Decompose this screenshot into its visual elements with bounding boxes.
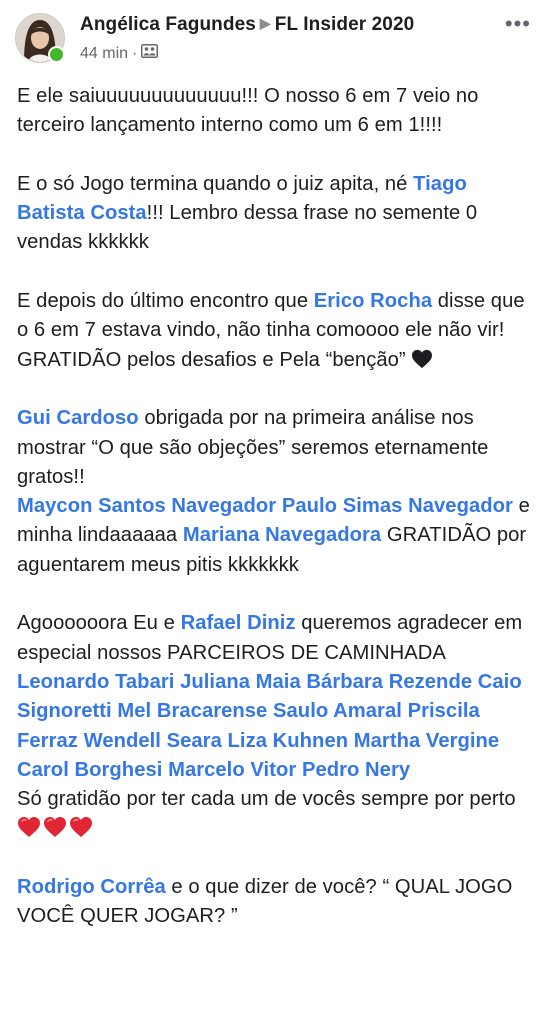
mention-link[interactable]: Paulo Simas Navegador [282, 495, 513, 517]
mention-link[interactable]: Martha Vergine [354, 730, 499, 752]
mention-link[interactable]: Wendell Seara [84, 730, 222, 752]
mention-link[interactable]: Liza Kuhnen [228, 730, 349, 752]
paragraph-3: E depois do último encontro que Erico Ro… [17, 287, 535, 375]
red-heart-icon [43, 816, 67, 838]
arrow-right-icon: ▶ [259, 15, 271, 31]
text: Só gratidão por ter cada um de vocês sem… [17, 788, 516, 811]
avatar[interactable] [15, 13, 65, 63]
mention-link[interactable]: Mariana Navegadora [183, 524, 381, 546]
text: E o só Jogo termina quando o juiz apita,… [17, 172, 414, 195]
post-header: Angélica Fagundes ▶ FL Insider 2020 44 min… [0, 0, 545, 64]
paragraph-4: Gui Cardoso obrigada por na primeira aná… [17, 404, 535, 580]
post-title: Angélica Fagundes ▶ FL Insider 2020 [80, 14, 414, 36]
mention-link[interactable]: Gui Cardoso [17, 407, 139, 429]
mention-link[interactable]: Rodrigo Corrêa [17, 876, 166, 898]
more-options-icon[interactable]: ••• [505, 13, 531, 35]
meta-separator: · [132, 44, 138, 62]
text: E ele saiuuuuuuuuuuuuu!!! O nosso 6 em 7… [17, 85, 479, 137]
paragraph-2: E o só Jogo termina quando o juiz apita,… [17, 170, 535, 258]
text: E depois do último encontro que [17, 290, 314, 313]
mention-link[interactable]: Carol Borghesi [17, 759, 162, 781]
mention-link[interactable]: Rafael Diniz [181, 612, 296, 634]
group-name[interactable]: FL Insider 2020 [275, 14, 415, 35]
mention-link[interactable]: Juliana Maia [180, 671, 301, 693]
mention-link[interactable]: Saulo Amaral [273, 700, 402, 722]
online-status-icon [48, 46, 65, 63]
mention-link[interactable]: Bárbara Rezende [306, 671, 472, 693]
red-heart-icon [69, 816, 93, 838]
mention-link[interactable]: Marcelo Vitor [168, 759, 296, 781]
author-name[interactable]: Angélica Fagundes [80, 14, 256, 35]
mention-link[interactable]: Mel Bracarense [117, 700, 267, 722]
post-meta: 44 min · [80, 44, 159, 63]
red-heart-icon [17, 816, 41, 838]
black-heart-icon [411, 349, 433, 369]
paragraph-6: Rodrigo Corrêa e o que dizer de você? “ … [17, 873, 535, 932]
mention-link[interactable]: Pedro Nery [302, 759, 410, 781]
text: Agoooooora Eu e [17, 612, 181, 635]
paragraph-1: E ele saiuuuuuuuuuuuuu!!! O nosso 6 em 7… [17, 82, 535, 141]
post-body: E ele saiuuuuuuuuuuuuu!!! O nosso 6 em 7… [17, 82, 535, 932]
paragraph-5: Agoooooora Eu e Rafael Diniz queremos ag… [17, 609, 535, 843]
mention-link[interactable]: Erico Rocha [314, 290, 432, 312]
group-privacy-icon [141, 44, 159, 63]
mention-link[interactable]: Leonardo Tabari [17, 671, 174, 693]
post-time[interactable]: 44 min [80, 45, 128, 63]
mention-link[interactable]: Maycon Santos Navegador [17, 495, 276, 517]
